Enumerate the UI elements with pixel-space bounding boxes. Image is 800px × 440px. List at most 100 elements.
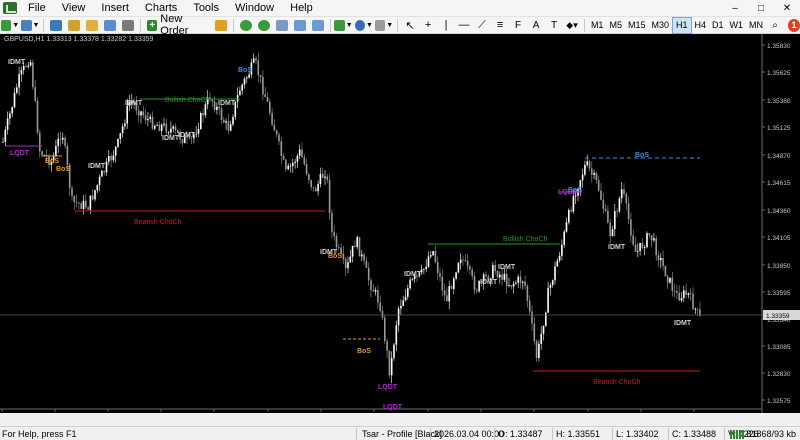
candle-body <box>384 317 386 342</box>
candle-body <box>423 268 425 270</box>
timeframe-m30[interactable]: M30 <box>648 18 672 33</box>
menu-window[interactable]: Window <box>227 0 282 17</box>
candle-body <box>62 137 64 140</box>
candle-body <box>216 106 218 110</box>
connection-bars-icon <box>730 430 745 440</box>
candle-body <box>466 260 469 267</box>
candle-body <box>4 129 7 142</box>
annotation-lqdt: LQDT <box>10 150 30 157</box>
menu-bar: File View Insert Charts Tools Window Hel… <box>0 0 800 17</box>
terminal-button[interactable] <box>102 18 118 33</box>
timeframe-w1[interactable]: W1 <box>727 18 747 33</box>
new-chart-button[interactable]: ▼ <box>1 18 19 33</box>
crosshair-tool[interactable]: + <box>420 18 436 33</box>
menu-help[interactable]: Help <box>282 0 321 17</box>
data-window-button[interactable] <box>66 18 82 33</box>
candle-body <box>331 212 333 232</box>
menu-view[interactable]: View <box>54 0 94 17</box>
timeframe-h4[interactable]: H4 <box>692 18 710 33</box>
channel-tool[interactable]: ≡ <box>492 18 508 33</box>
tester-button[interactable] <box>120 18 136 33</box>
fibonacci-tool[interactable]: F <box>510 18 526 33</box>
annotation-bos-blue: BoS <box>238 67 252 74</box>
candle-body <box>664 265 667 277</box>
menu-insert[interactable]: Insert <box>93 0 137 17</box>
candle-body <box>64 137 66 146</box>
navigator-button[interactable] <box>84 18 100 33</box>
candle-body <box>211 99 214 102</box>
timeframe-h1[interactable]: H1 <box>672 16 692 34</box>
indicators-button[interactable]: ▼ <box>334 18 353 33</box>
candle-body <box>432 251 434 256</box>
candle-body <box>59 138 62 140</box>
market-watch-button[interactable] <box>48 18 64 33</box>
candle-body <box>411 278 414 280</box>
trendline-tool[interactable]: ⟋ <box>474 18 490 33</box>
candle-body <box>41 151 43 156</box>
candle-body <box>142 111 145 116</box>
candle-body <box>347 262 349 269</box>
candle-body <box>289 165 292 167</box>
chart-shift-button[interactable] <box>292 18 308 33</box>
candle-body <box>572 196 575 212</box>
timeframe-mn[interactable]: MN <box>746 18 766 33</box>
cursor-tool[interactable]: ↖ <box>402 18 418 33</box>
annotation-choch-green: Bullish ChoCh <box>165 97 209 104</box>
candle-body <box>144 115 147 121</box>
candle-body <box>639 243 641 251</box>
candle-body <box>301 149 303 158</box>
candle-body <box>294 161 296 163</box>
tile-windows-button[interactable] <box>274 18 290 33</box>
maximize-button[interactable]: □ <box>748 0 774 17</box>
menu-file[interactable]: File <box>20 0 54 17</box>
auto-scroll-button[interactable] <box>310 18 326 33</box>
candle-body <box>593 172 595 175</box>
close-button[interactable]: ✕ <box>774 0 800 17</box>
vertical-line-tool[interactable]: | <box>438 18 454 33</box>
annotation-idmt: IDMT <box>674 320 692 327</box>
timeframe-m15[interactable]: M15 <box>625 18 649 33</box>
notification-badge[interactable]: 1 <box>788 18 800 32</box>
price-chart[interactable]: 1.35830 1.35625 1.35380 1.35125 1.34870 1.346… <box>0 34 800 413</box>
timeframe-d1[interactable]: D1 <box>709 18 727 33</box>
zoom-out-button[interactable] <box>256 18 272 33</box>
candle-body <box>172 126 174 129</box>
status-bar: For Help, press F1 Tsar - Profile [Black… <box>0 426 800 440</box>
periods-button[interactable]: ▼ <box>354 18 373 33</box>
candle-body <box>549 285 552 288</box>
search-button[interactable]: ⌕ <box>767 18 783 33</box>
candle-body <box>147 119 149 121</box>
candle-body <box>137 110 140 116</box>
chart-canvas[interactable]: 1.35830 1.35625 1.35380 1.35125 1.34870 1.346… <box>0 34 800 413</box>
text-tool[interactable]: A <box>528 18 544 33</box>
candle-body <box>570 209 572 212</box>
metaeditor-button[interactable] <box>213 18 229 33</box>
candle-body <box>457 263 460 273</box>
timeframe-m1[interactable]: M1 <box>588 18 607 33</box>
candle-body <box>112 155 115 161</box>
annotation-idmt: IDMT <box>178 132 196 139</box>
candle-body <box>618 198 621 212</box>
arrows-tool[interactable]: ◆▾ <box>564 18 580 33</box>
annotation-choch-red: Bearish ChoCh <box>593 379 641 386</box>
zoom-in-button[interactable] <box>238 18 254 33</box>
candle-body <box>358 237 361 257</box>
connection-status[interactable]: 81868/93 kb <box>0 427 796 440</box>
text-label-tool[interactable]: T <box>546 18 562 33</box>
navigator-icon <box>86 19 99 31</box>
traffic-text: 81868/93 kb <box>746 429 796 439</box>
horizontal-line-tool[interactable]: — <box>456 18 472 33</box>
minimize-button[interactable]: – <box>722 0 748 17</box>
candle-body <box>151 116 154 129</box>
candle-body <box>246 77 248 79</box>
candle-body <box>239 90 241 96</box>
candle-body <box>312 187 315 188</box>
annotation-idmt: IDMT <box>404 271 422 278</box>
templates-button[interactable]: ▼ <box>374 18 393 33</box>
candle-body <box>547 287 549 313</box>
candle-body <box>335 236 338 248</box>
candle-body <box>533 323 536 342</box>
profiles-icon <box>21 19 32 31</box>
timeframe-m5[interactable]: M5 <box>606 18 625 33</box>
profiles-button[interactable]: ▼ <box>21 18 39 33</box>
